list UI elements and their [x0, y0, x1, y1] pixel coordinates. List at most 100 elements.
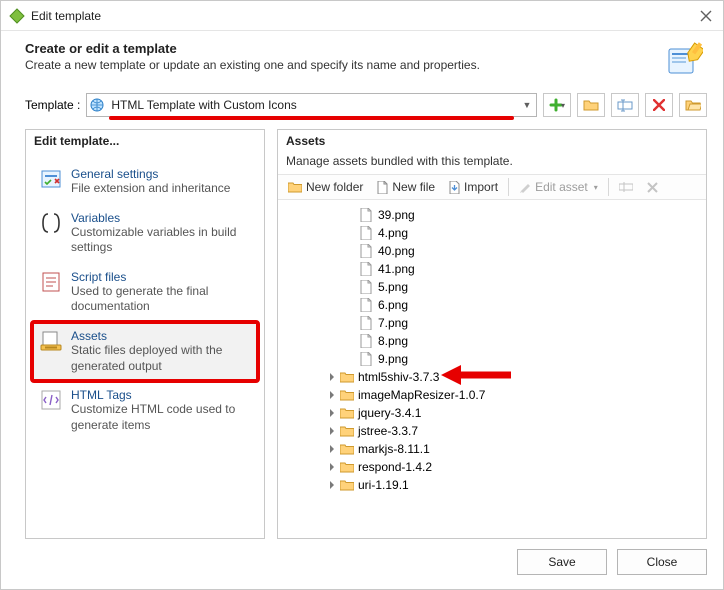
assets-tree[interactable]: 39.png 4.png 40.png 41.png 5.png 6.png 7.png 8.… [278, 200, 706, 538]
template-select[interactable]: HTML Template with Custom Icons ▼ [86, 93, 537, 117]
nav-item-icon [39, 388, 63, 412]
open-folder-button[interactable] [577, 93, 605, 117]
toolbar-separator [608, 178, 609, 196]
tree-label: imageMapResizer-1.0.7 [358, 388, 485, 402]
edit-asset-button: Edit asset ▾ [513, 177, 604, 197]
folder-icon [340, 407, 354, 419]
folder-icon [340, 461, 354, 473]
expand-icon[interactable] [328, 409, 340, 417]
nav-item-desc: File extension and inheritance [71, 181, 230, 197]
new-file-button[interactable]: New file [371, 177, 441, 197]
browse-folder-button[interactable] [679, 93, 707, 117]
tree-label: 9.png [378, 352, 408, 366]
tree-label: 5.png [378, 280, 408, 294]
file-icon [360, 262, 374, 276]
nav-item-title: Script files [71, 270, 251, 284]
tree-file[interactable]: 41.png [282, 260, 702, 278]
import-label: Import [464, 180, 498, 194]
import-button[interactable]: Import [443, 177, 504, 197]
file-icon [360, 280, 374, 294]
annotation-underline [109, 116, 514, 120]
save-button[interactable]: Save [517, 549, 607, 575]
tree-file[interactable]: 40.png [282, 242, 702, 260]
expand-icon[interactable] [328, 463, 340, 471]
nav-item-title: General settings [71, 167, 230, 181]
delete-template-button[interactable] [645, 93, 673, 117]
assets-panel-title: Assets [278, 130, 706, 154]
nav-item-html-tags[interactable]: HTML TagsCustomize HTML code used to gen… [32, 381, 258, 440]
tree-label: html5shiv-3.7.3 [358, 370, 439, 384]
tree-folder[interactable]: jstree-3.3.7 [282, 422, 702, 440]
folder-icon [340, 371, 354, 383]
window-title: Edit template [31, 9, 101, 23]
title-bar: Edit template [1, 1, 723, 31]
nav-item-desc: Customize HTML code used to generate ite… [71, 402, 251, 433]
tree-file[interactable]: 5.png [282, 278, 702, 296]
expand-icon[interactable] [328, 445, 340, 453]
tree-label: markjs-8.11.1 [358, 442, 430, 456]
nav-item-title: HTML Tags [71, 388, 251, 402]
tree-label: 4.png [378, 226, 408, 240]
expand-icon[interactable] [328, 481, 340, 489]
tree-label: 7.png [378, 316, 408, 330]
tree-file[interactable]: 4.png [282, 224, 702, 242]
tree-folder[interactable]: respond-1.4.2 [282, 458, 702, 476]
nav-item-general-settings[interactable]: General settingsFile extension and inher… [32, 160, 258, 204]
expand-icon[interactable] [328, 391, 340, 399]
tree-file[interactable]: 6.png [282, 296, 702, 314]
header-desc: Create a new template or update an exist… [25, 58, 659, 72]
rename-asset-button [613, 178, 639, 196]
nav-item-title: Assets [71, 329, 251, 343]
new-file-label: New file [392, 180, 435, 194]
expand-icon[interactable] [328, 427, 340, 435]
nav-item-icon [39, 167, 63, 191]
tree-label: 40.png [378, 244, 415, 258]
tree-file[interactable]: 39.png [282, 206, 702, 224]
nav-item-script-files[interactable]: Script filesUsed to generate the final d… [32, 263, 258, 322]
edit-template-dialog: Edit template Create or edit a template … [0, 0, 724, 590]
file-icon [360, 352, 374, 366]
folder-icon [340, 425, 354, 437]
app-icon [9, 8, 25, 24]
delete-asset-button [641, 179, 664, 196]
assets-panel-desc: Manage assets bundled with this template… [278, 154, 706, 174]
nav-item-assets[interactable]: AssetsStatic files deployed with the gen… [32, 322, 258, 381]
tree-folder[interactable]: jquery-3.4.1 [282, 404, 702, 422]
nav-item-variables[interactable]: VariablesCustomizable variables in build… [32, 204, 258, 263]
tree-folder[interactable]: uri-1.19.1 [282, 476, 702, 494]
tree-file[interactable]: 7.png [282, 314, 702, 332]
folder-icon [340, 443, 354, 455]
tree-label: 39.png [378, 208, 415, 222]
globe-icon [87, 98, 107, 112]
add-template-button[interactable]: ▾ [543, 93, 571, 117]
expand-icon[interactable] [328, 373, 340, 381]
tree-file[interactable]: 8.png [282, 332, 702, 350]
new-folder-label: New folder [306, 180, 363, 194]
template-select-value: HTML Template with Custom Icons [107, 98, 518, 112]
tree-label: 8.png [378, 334, 408, 348]
folder-icon [340, 479, 354, 491]
nav-item-icon [39, 329, 63, 353]
tree-file[interactable]: 9.png [282, 350, 702, 368]
file-icon [360, 334, 374, 348]
file-icon [360, 244, 374, 258]
tree-label: uri-1.19.1 [358, 478, 409, 492]
template-hero-icon [667, 41, 703, 77]
new-folder-button[interactable]: New folder [282, 177, 369, 197]
edit-asset-label: Edit asset [535, 180, 588, 194]
toolbar-separator [508, 178, 509, 196]
tree-label: 6.png [378, 298, 408, 312]
tree-folder[interactable]: markjs-8.11.1 [282, 440, 702, 458]
close-button[interactable]: Close [617, 549, 707, 575]
header-title: Create or edit a template [25, 41, 659, 56]
rename-button[interactable] [611, 93, 639, 117]
file-icon [360, 226, 374, 240]
tree-folder[interactable]: imageMapResizer-1.0.7 [282, 386, 702, 404]
tree-folder[interactable]: html5shiv-3.7.3 [282, 368, 702, 386]
chevron-down-icon: ▼ [518, 100, 536, 110]
assets-panel: Assets Manage assets bundled with this t… [277, 129, 707, 539]
nav-panel-title: Edit template... [26, 130, 264, 154]
assets-toolbar: New folder New file Import Edit asset ▾ [278, 174, 706, 200]
close-icon[interactable] [697, 7, 715, 25]
tree-label: 41.png [378, 262, 415, 276]
